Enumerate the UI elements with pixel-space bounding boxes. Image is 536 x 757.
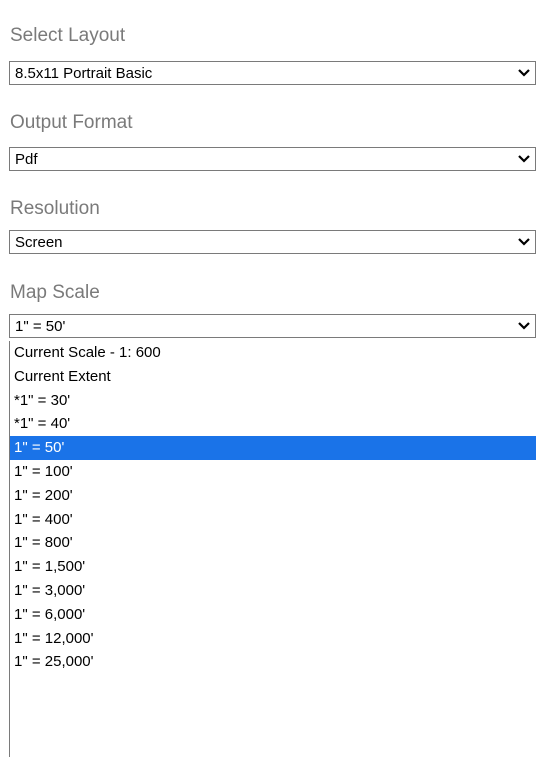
map-scale-label: Map Scale <box>10 282 100 303</box>
map-scale-option[interactable]: 1" = 100' <box>10 460 536 484</box>
map-scale-option[interactable]: 1" = 800' <box>10 531 536 555</box>
resolution-dropdown[interactable]: Screen <box>9 230 536 254</box>
resolution-value: Screen <box>15 234 63 251</box>
output-format-label: Output Format <box>10 112 133 133</box>
map-scale-option[interactable]: 1" = 400' <box>10 508 536 532</box>
map-scale-option-selected[interactable]: 1" = 50' <box>10 436 536 460</box>
chevron-down-icon <box>518 238 530 246</box>
map-scale-option[interactable]: 1" = 12,000' <box>10 627 536 651</box>
map-scale-option[interactable]: *1" = 30' <box>10 389 536 413</box>
map-scale-option[interactable]: 1" = 3,000' <box>10 579 536 603</box>
map-scale-dropdown[interactable]: 1" = 50' <box>9 314 536 338</box>
select-layout-dropdown[interactable]: 8.5x11 Portrait Basic <box>9 61 536 85</box>
select-layout-label: Select Layout <box>10 25 126 46</box>
resolution-label: Resolution <box>10 198 100 219</box>
map-scale-option[interactable]: 1" = 6,000' <box>10 603 536 627</box>
chevron-down-icon <box>518 155 530 163</box>
map-scale-option[interactable]: 1" = 25,000' <box>10 650 536 674</box>
map-scale-options-list[interactable]: Current Scale - 1: 600 Current Extent *1… <box>9 341 536 757</box>
map-scale-option[interactable]: Current Scale - 1: 600 <box>10 341 536 365</box>
chevron-down-icon <box>518 322 530 330</box>
map-scale-option[interactable]: 1" = 1,500' <box>10 555 536 579</box>
chevron-down-icon <box>518 69 530 77</box>
map-scale-value: 1" = 50' <box>15 318 66 335</box>
select-layout-value: 8.5x11 Portrait Basic <box>15 65 153 82</box>
map-scale-option[interactable]: *1" = 40' <box>10 412 536 436</box>
map-scale-option[interactable]: Current Extent <box>10 365 536 389</box>
output-format-dropdown[interactable]: Pdf <box>9 147 536 171</box>
map-scale-option[interactable]: 1" = 200' <box>10 484 536 508</box>
output-format-value: Pdf <box>15 151 38 168</box>
